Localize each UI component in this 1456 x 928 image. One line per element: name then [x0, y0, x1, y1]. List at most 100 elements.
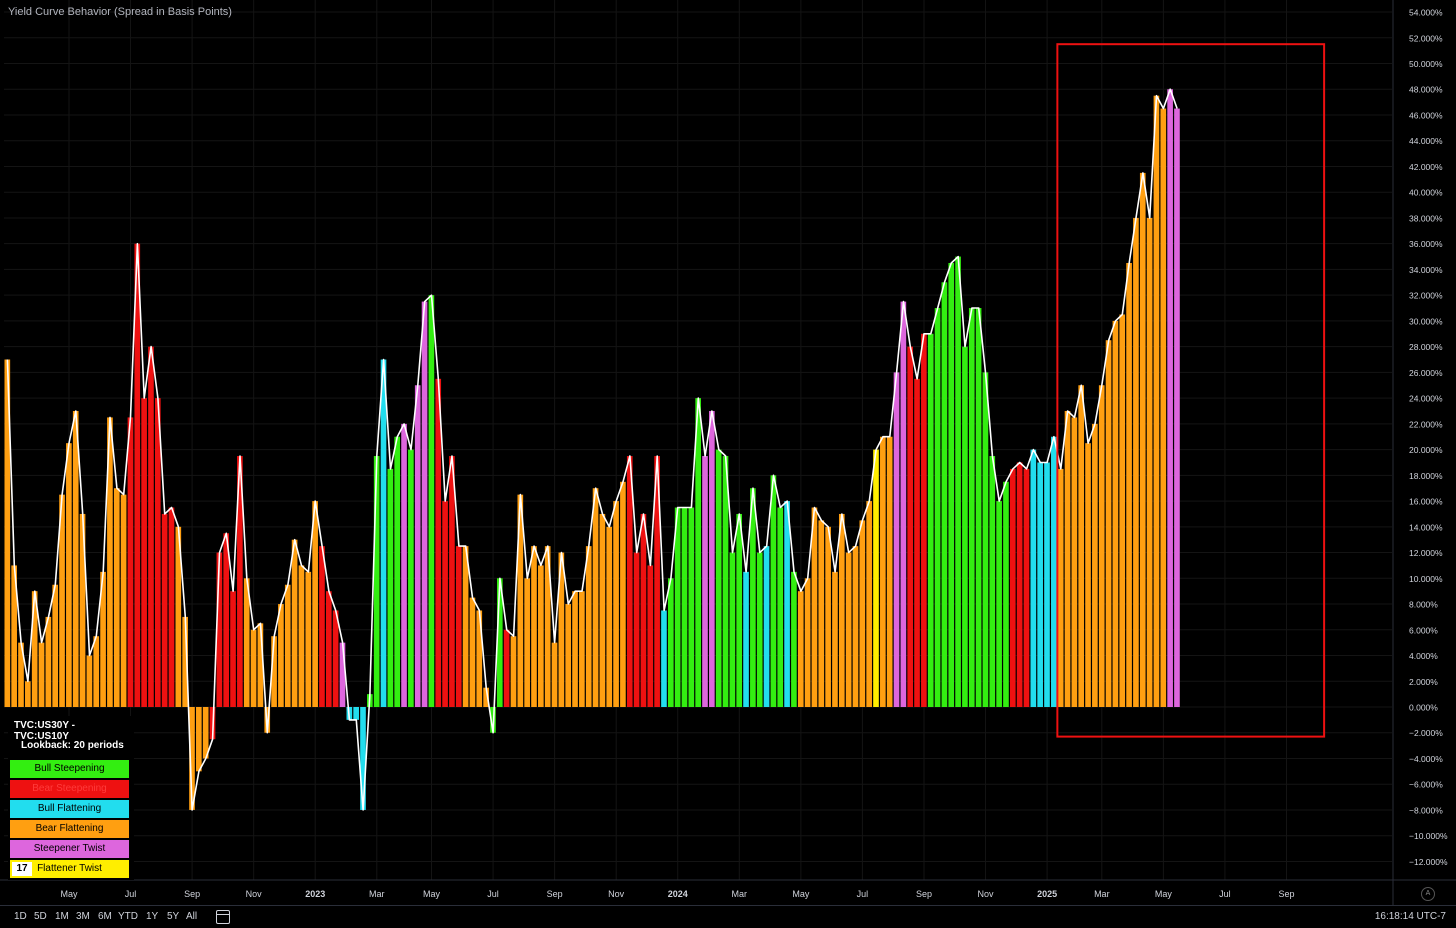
timeframe-button[interactable]: YTD	[118, 911, 138, 922]
y-tick-label: 32.000%	[1409, 291, 1443, 301]
bar	[524, 578, 530, 707]
timeframe-button[interactable]: 3M	[76, 911, 90, 922]
calendar-icon[interactable]	[216, 910, 230, 924]
x-tick-label: Mar	[732, 889, 748, 899]
bar	[585, 546, 592, 707]
legend-item: Flattener Twist 17	[10, 860, 129, 878]
bar	[838, 513, 845, 707]
y-tick-label: 26.000%	[1409, 368, 1443, 378]
bar	[1085, 443, 1091, 707]
bar	[770, 475, 777, 707]
bar	[667, 578, 674, 707]
bar	[332, 610, 339, 707]
y-tick-label: 36.000%	[1409, 239, 1443, 249]
bar	[394, 436, 401, 707]
bar	[968, 308, 975, 707]
bar	[421, 301, 428, 707]
y-tick-label: 12.000%	[1409, 548, 1443, 558]
bar	[613, 501, 619, 707]
bar	[1003, 481, 1009, 707]
bar	[38, 642, 45, 707]
bar	[298, 565, 305, 707]
bar	[743, 571, 749, 707]
bar	[709, 410, 715, 707]
x-tick-label: May	[1155, 889, 1173, 899]
timeframe-button[interactable]: 1Y	[146, 911, 158, 922]
bar	[250, 629, 257, 707]
legend-item: Steepener Twist	[10, 840, 129, 858]
bar	[462, 546, 469, 707]
x-tick-label: Nov	[608, 889, 625, 899]
bar	[414, 385, 421, 707]
bar	[866, 501, 872, 707]
timeframe-button[interactable]: 5D	[34, 911, 47, 922]
bar	[681, 507, 688, 707]
bar	[113, 488, 120, 707]
bar	[818, 520, 825, 707]
bar	[1098, 385, 1105, 707]
bar	[230, 591, 236, 707]
x-tick-label: Jul	[857, 889, 869, 899]
y-tick-label: 30.000%	[1409, 316, 1443, 326]
bar	[1044, 462, 1050, 707]
bar	[1016, 462, 1023, 707]
bar	[325, 591, 332, 707]
bar	[127, 417, 134, 707]
y-tick-label: −4.000%	[1409, 754, 1443, 764]
timeframe-button[interactable]: 1D	[14, 911, 27, 922]
bar	[996, 501, 1002, 707]
y-tick-label: 20.000%	[1409, 445, 1443, 455]
timeframe-button[interactable]: 5Y	[167, 911, 179, 922]
bar	[989, 456, 996, 707]
bar	[592, 488, 599, 707]
timeframe-button[interactable]: All	[186, 911, 197, 922]
bar	[360, 707, 366, 810]
bar	[811, 507, 818, 707]
bar	[1139, 172, 1146, 707]
bar	[401, 423, 407, 707]
y-tick-label: 18.000%	[1409, 471, 1443, 481]
legend-item: Bull Flattening	[10, 800, 129, 818]
bar	[873, 449, 879, 707]
bar	[168, 507, 175, 707]
bar	[1146, 217, 1153, 707]
x-tick-label: Sep	[916, 889, 932, 899]
y-tick-label: 46.000%	[1409, 110, 1443, 120]
bar	[1037, 462, 1043, 707]
bar	[674, 507, 681, 707]
x-tick-label: May	[60, 889, 78, 899]
bar	[620, 481, 626, 707]
bar	[852, 546, 859, 707]
legend-panel: TVC:US30Y - TVC:US10Y Lookback: 20 perio…	[8, 716, 134, 880]
bar	[927, 333, 934, 707]
bar	[880, 436, 886, 707]
bar	[387, 468, 394, 707]
auto-scale-button[interactable]: A	[1421, 887, 1435, 901]
bar	[428, 295, 435, 707]
y-tick-label: 54.000%	[1409, 8, 1443, 18]
legend-item: Bear Steepening	[10, 780, 129, 798]
bar	[284, 584, 291, 707]
bar	[291, 539, 298, 707]
bar	[756, 552, 763, 707]
bar	[736, 513, 743, 707]
bar	[339, 642, 346, 707]
timeframe-button[interactable]: 1M	[55, 911, 69, 922]
bar	[319, 546, 325, 707]
bar	[955, 256, 961, 707]
timeframe-button[interactable]: 6M	[98, 911, 112, 922]
bar	[161, 513, 168, 707]
bar	[777, 507, 784, 707]
x-tick-label: May	[792, 889, 810, 899]
bar	[606, 526, 613, 707]
y-tick-label: 34.000%	[1409, 265, 1443, 275]
bar	[66, 443, 72, 707]
y-tick-label: 10.000%	[1409, 574, 1443, 584]
bar	[120, 494, 127, 707]
x-tick-label: Jul	[487, 889, 499, 899]
bar	[859, 520, 866, 707]
chart-background	[0, 0, 1456, 905]
x-tick-label: May	[423, 889, 441, 899]
yield-curve-chart[interactable]: 54.000% 52.000% 50.000% 48.000% 46.000% 44.00…	[0, 0, 1456, 905]
bar	[1119, 314, 1126, 707]
